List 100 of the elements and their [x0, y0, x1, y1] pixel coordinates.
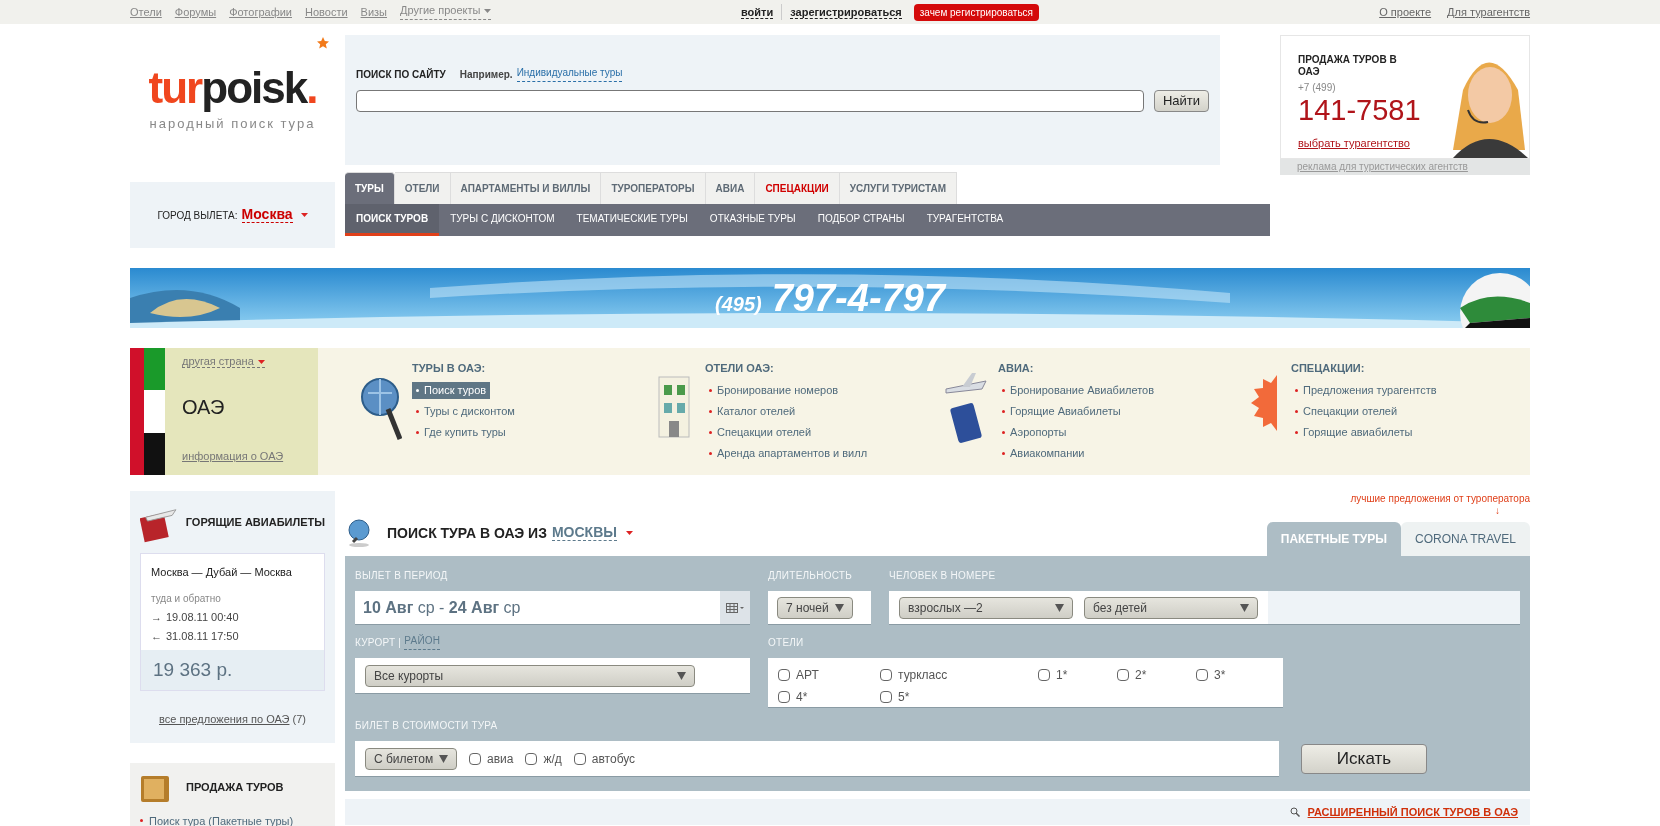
- ad-link[interactable]: выбрать турагентство: [1298, 135, 1410, 152]
- nav-tab[interactable]: СПЕЦАКЦИИ: [755, 172, 840, 204]
- section-link[interactable]: Авиакомпании: [998, 444, 1089, 462]
- checkbox-label: 3*: [1214, 667, 1226, 684]
- ticket-select[interactable]: С билетом: [365, 747, 457, 770]
- section-heading: СПЕЦАКЦИИ:: [1291, 361, 1366, 376]
- nav-link[interactable]: Новости: [305, 3, 348, 21]
- nav-link[interactable]: Форумы: [174, 3, 217, 21]
- departure-city-link[interactable]: МОСКВЫ: [551, 525, 617, 541]
- section-heading: ОТЕЛИ ОАЭ:: [705, 361, 775, 376]
- checkbox[interactable]: [469, 752, 481, 765]
- subnav-tab[interactable]: ПОДБОР СТРАНЫ: [806, 204, 916, 236]
- checkbox-label: автобус: [591, 750, 636, 768]
- nav-tab[interactable]: ТУРОПЕРАТОРЫ: [601, 172, 706, 204]
- subnav-tab[interactable]: ПОИСК ТУРОВ: [345, 204, 440, 236]
- caret-icon: [257, 360, 265, 365]
- other-country-link[interactable]: другая страна: [182, 355, 265, 368]
- checkbox[interactable]: [1117, 669, 1129, 681]
- section-link[interactable]: Горящие Авиабилеты: [998, 402, 1125, 420]
- more-projects-link[interactable]: Другие проекты: [400, 3, 492, 21]
- subnav-tab[interactable]: ТУРЫ С ДИСКОНТОМ: [439, 204, 566, 236]
- hot-flights-title: ГОРЯЩИЕ АВИАБИЛЕТЫ: [185, 514, 325, 530]
- section-link[interactable]: Бронирование Авиабилетов: [998, 381, 1159, 399]
- checkbox[interactable]: [880, 691, 892, 703]
- section-link[interactable]: Спецакции отелей: [705, 423, 816, 441]
- tour-sales-link[interactable]: Поиск тура (Пакетные туры): [140, 812, 325, 826]
- flight-price: 19 363 р.: [153, 658, 233, 680]
- dropdown-arrow-icon: [439, 754, 448, 763]
- register-link[interactable]: зарегистрироваться: [790, 5, 902, 19]
- flight-datetime: 19.08.11 00:40: [166, 609, 239, 625]
- section-link[interactable]: Спецакции отелей: [1291, 402, 1402, 420]
- dropdown-arrow-icon: [1055, 603, 1064, 612]
- nav-link[interactable]: Отели: [130, 3, 162, 21]
- section-link[interactable]: Аэропорты: [998, 423, 1071, 441]
- resort-select[interactable]: Все курорты: [365, 664, 695, 687]
- dropdown-arrow-icon: [835, 603, 844, 612]
- offers-count: (7): [292, 713, 306, 725]
- nav-link[interactable]: Фотографии: [229, 3, 292, 21]
- site-logo[interactable]: turpoisk.: [148, 66, 317, 111]
- example-label: Например.: [459, 68, 513, 82]
- checkbox-label: ж/д: [543, 750, 562, 768]
- section-link[interactable]: Туры с дисконтом: [412, 402, 519, 420]
- section-link[interactable]: Бронирование номеров: [705, 381, 843, 399]
- site-search-field[interactable]: [356, 90, 1144, 112]
- checkbox[interactable]: [880, 669, 892, 681]
- banner-phone-code: (495): [715, 291, 762, 317]
- nav-tab[interactable]: АПАРТАМЕНТЫ И ВИЛЛЫ: [450, 172, 602, 204]
- all-offers-link[interactable]: все предложения по ОАЭ: [159, 713, 290, 725]
- star-icon: [317, 37, 329, 49]
- nav-link[interactable]: Визы: [360, 3, 387, 21]
- date-range-field[interactable]: 10 Авг ср - 24 Авг ср: [355, 591, 750, 625]
- flight-route: Москва — Дубай — Москва: [151, 565, 293, 580]
- checkbox[interactable]: [573, 752, 586, 765]
- search-tab[interactable]: CORONA TRAVEL: [1401, 522, 1530, 556]
- checkbox[interactable]: [1038, 669, 1050, 681]
- nav-tab[interactable]: АВИА: [705, 172, 756, 204]
- subnav-tab[interactable]: ТЕМАТИЧЕСКИЕ ТУРЫ: [565, 204, 699, 236]
- section-link[interactable]: Аренда апартаментов и вилл: [705, 444, 872, 462]
- find-button[interactable]: Найти: [1153, 90, 1209, 112]
- direction-arrow: →: [151, 609, 162, 625]
- checkbox[interactable]: [778, 669, 790, 681]
- subnav-tab[interactable]: ОТКАЗНЫЕ ТУРЫ: [698, 204, 807, 236]
- checkbox[interactable]: [778, 691, 790, 703]
- search-button[interactable]: Искать: [1301, 744, 1427, 774]
- dropdown-arrow-icon: [677, 671, 686, 680]
- country-info-link[interactable]: информация о ОАЭ: [182, 448, 284, 465]
- nav-link[interactable]: Для турагентств: [1447, 3, 1530, 21]
- ad-phone: 141-7581: [1298, 95, 1422, 125]
- nav-tab[interactable]: ТУРЫ: [345, 172, 395, 204]
- ad-phone-prefix: +7 (499): [1298, 81, 1337, 95]
- checkbox[interactable]: [525, 752, 538, 765]
- caret-icon: [300, 213, 308, 217]
- nav-link[interactable]: О проекте: [1379, 3, 1432, 21]
- section-link[interactable]: Поиск туров: [412, 381, 491, 399]
- caret-icon: [625, 531, 633, 535]
- nav-tab[interactable]: УСЛУГИ ТУРИСТАМ: [839, 172, 958, 204]
- subnav-tab[interactable]: ТУРАГЕНТСТВА: [915, 204, 1015, 236]
- advanced-search-link[interactable]: РАСШИРЕННЫЙ ПОИСК ТУРОВ В ОАЭ: [1307, 803, 1518, 821]
- login-link[interactable]: войти: [741, 5, 774, 19]
- search-icon: [1289, 807, 1300, 817]
- section-link[interactable]: Горящие авиабилеты: [1291, 423, 1417, 441]
- section-link[interactable]: Предложения турагентств: [1291, 381, 1441, 399]
- departure-label: ГОРОД ВЫЛЕТА:: [157, 208, 238, 223]
- duration-select[interactable]: 7 ночей: [777, 596, 853, 619]
- checkbox-label: 4*: [796, 689, 808, 706]
- children-select[interactable]: без детей: [1084, 596, 1258, 619]
- checkbox-label: авиа: [487, 750, 514, 768]
- checkbox[interactable]: [1196, 669, 1208, 681]
- ad-title: ПРОДАЖА ТУРОВ В ОАЭ: [1298, 54, 1398, 78]
- section-link[interactable]: Каталог отелей: [705, 402, 800, 420]
- calendar-button[interactable]: [720, 591, 750, 624]
- checkbox-label: туркласс: [898, 667, 948, 684]
- nav-tab[interactable]: ОТЕЛИ: [394, 172, 451, 204]
- register-badge[interactable]: зачем регистрироваться: [913, 3, 1039, 21]
- departure-city[interactable]: Москва: [241, 207, 293, 223]
- resort-label: КУРОРТ: [355, 636, 396, 650]
- adults-select[interactable]: взрослых —2: [899, 596, 1073, 619]
- example-link[interactable]: Индивидуальные туры: [516, 67, 623, 82]
- section-link[interactable]: Где купить туры: [412, 423, 510, 441]
- operator-note: лучшие предложения от туроператора: [1350, 492, 1530, 506]
